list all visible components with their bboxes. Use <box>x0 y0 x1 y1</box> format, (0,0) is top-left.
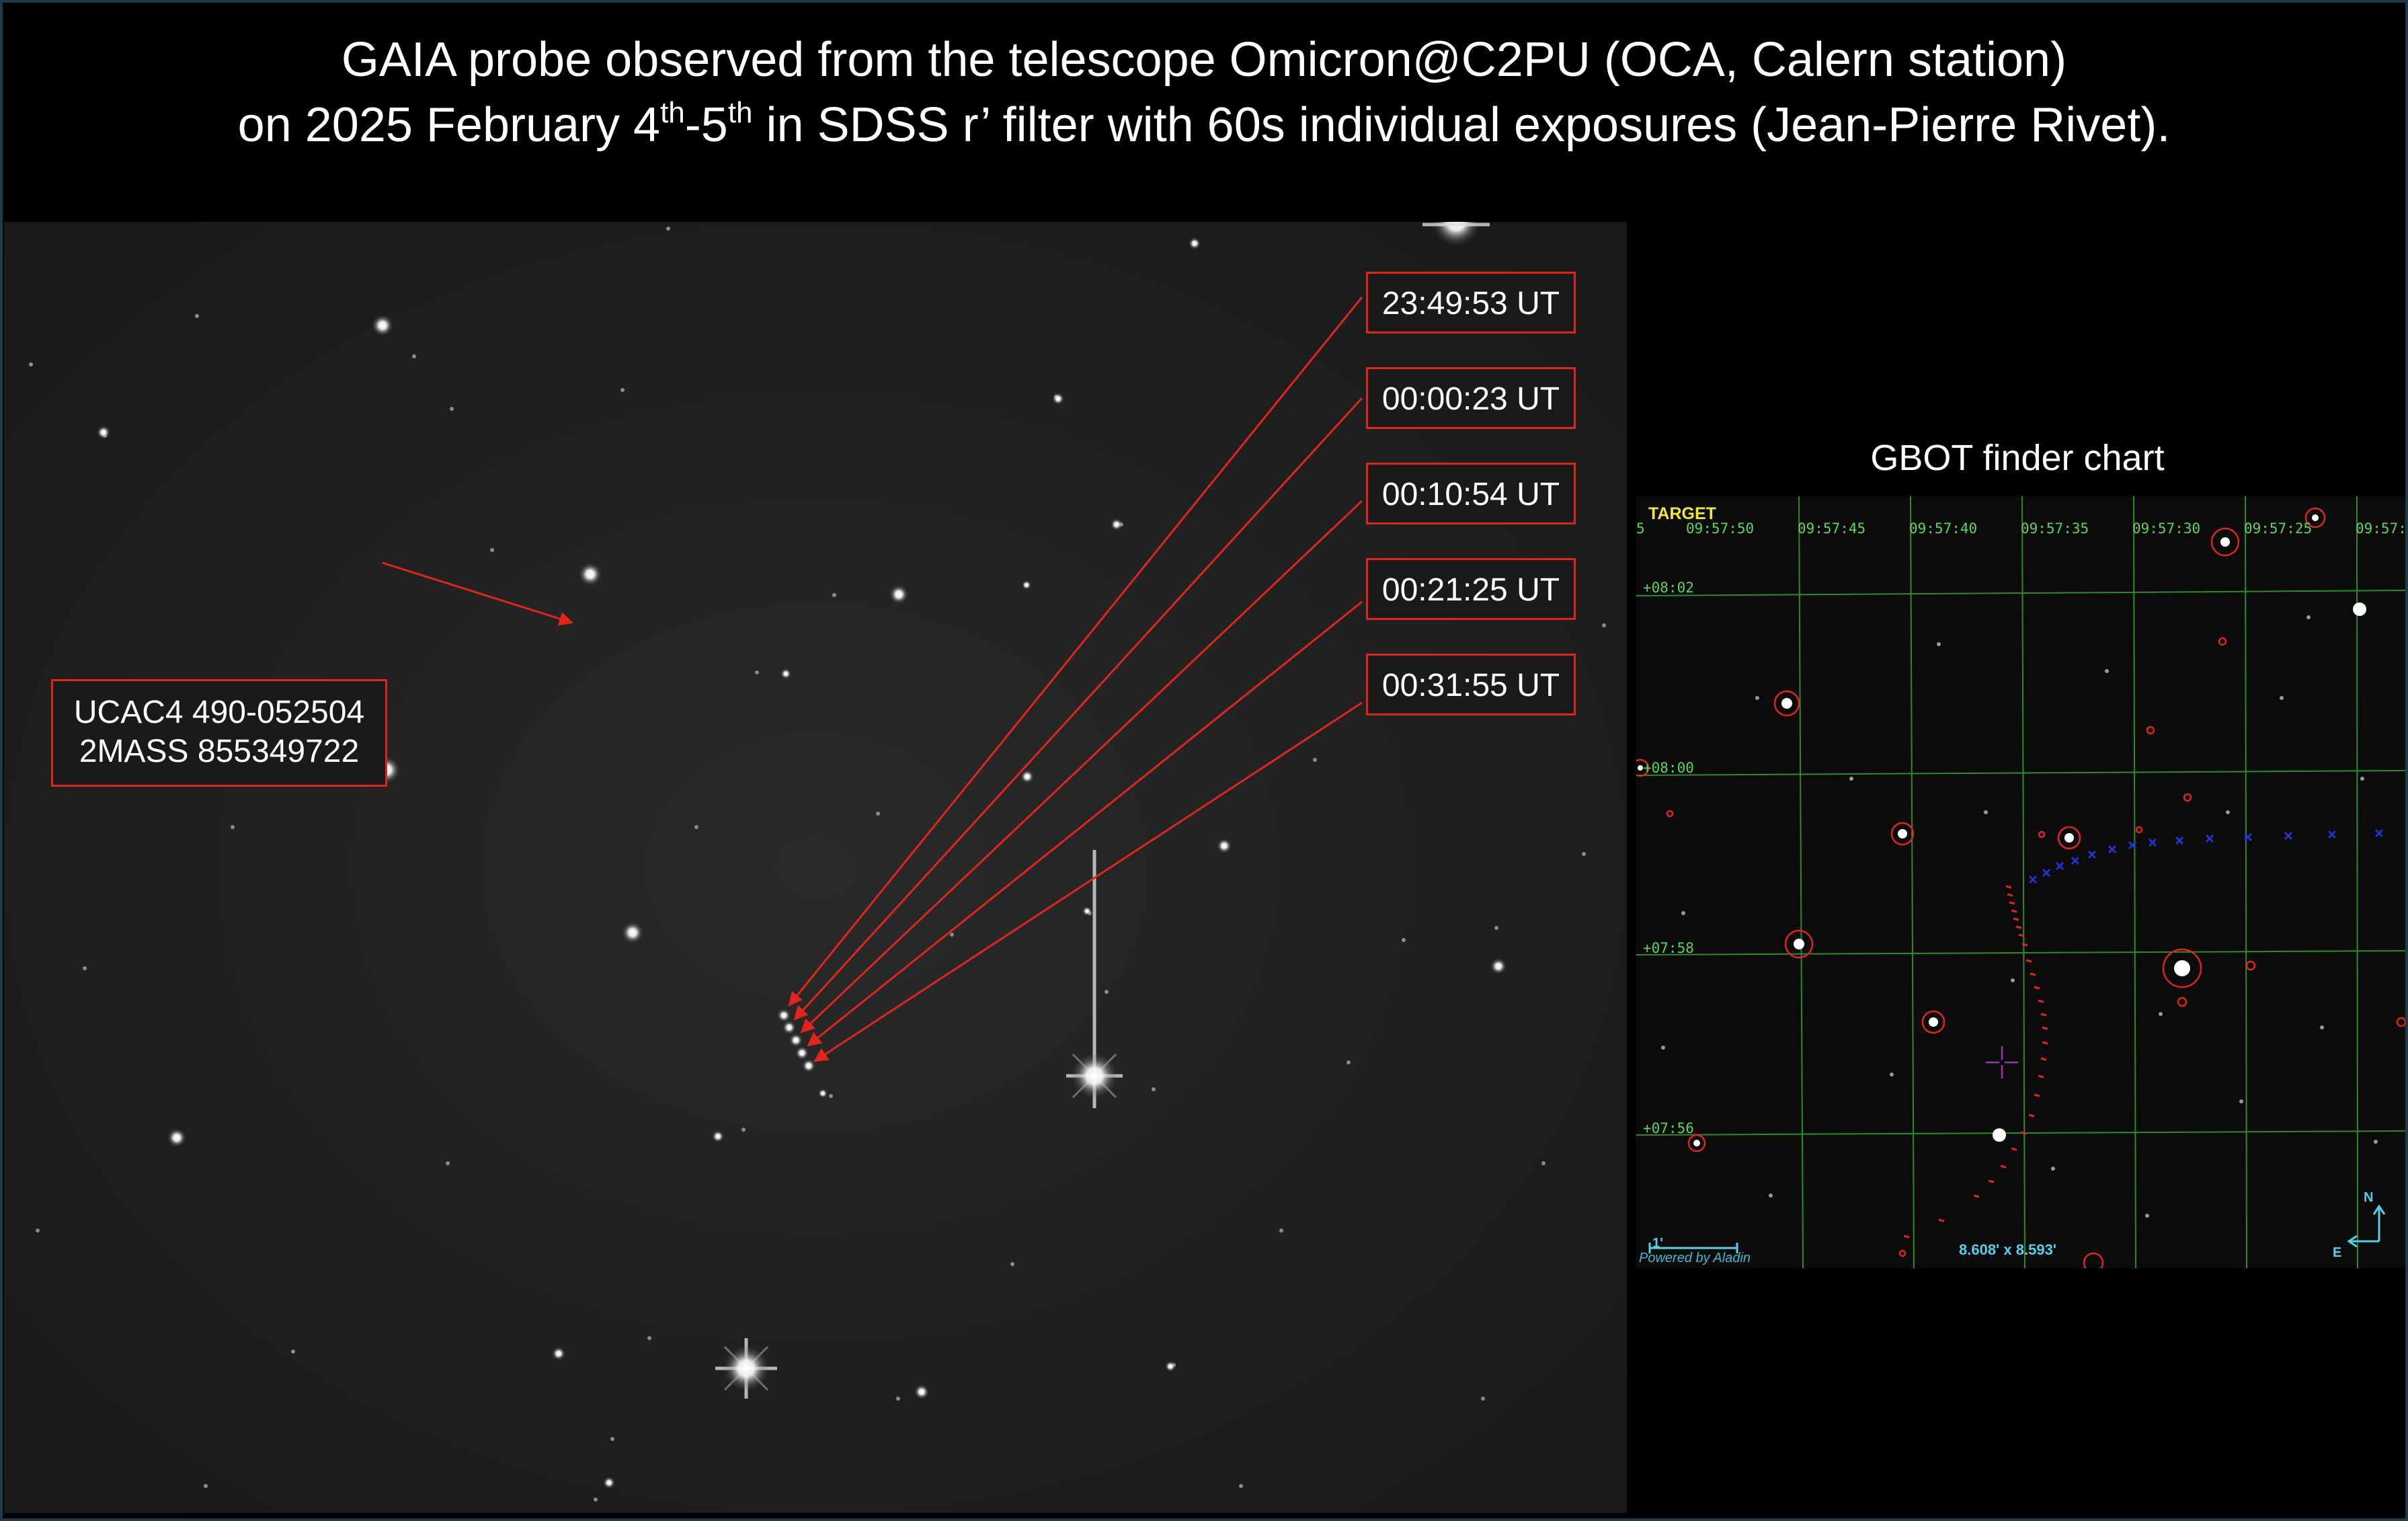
finder-catalog-circles <box>1636 507 2407 1268</box>
title-line-2-part-a: on 2025 February 4 <box>237 98 661 152</box>
ra-tick-2: 09:57:45 <box>1798 520 1866 537</box>
ra-tick-1: 09:57:50 <box>1686 520 1755 537</box>
superscript-th-1: th <box>660 96 685 129</box>
dec-tick-0: +08:02 <box>1643 580 1694 596</box>
ucac-arrow <box>382 561 574 626</box>
superscript-th-2: th <box>727 96 753 129</box>
finder-crosshair <box>1986 1046 2018 1079</box>
finder-chart: TARGET 5 09:57:50 09:57:45 09:57:40 09:5… <box>1636 496 2408 1268</box>
title-line-2: on 2025 February 4th-5th in SDSS r’ filt… <box>0 98 2408 153</box>
finder-scale-label: 1' <box>1652 1236 1663 1251</box>
finder-field-size: 8.608' x 8.593' <box>1959 1241 2057 1258</box>
timestamp-label-1: 23:49:53 UT <box>1366 272 1576 334</box>
finder-grid <box>1636 496 2408 1268</box>
timestamp-label-5: 00:31:55 UT <box>1366 654 1576 715</box>
bright-star-1 <box>1066 850 1123 1108</box>
finder-red-track <box>1903 885 2048 1239</box>
title-line-2-part-b: -5 <box>684 98 728 152</box>
bright-star-2 <box>715 1338 777 1399</box>
timestamp-label-4: 00:21:25 UT <box>1366 558 1576 620</box>
dec-tick-1: +08:00 <box>1643 760 1694 776</box>
title-line-2-part-c: in SDSS r’ filter with 60s individual ex… <box>752 98 2171 152</box>
telescope-image: UCAC4 490-052504 2MASS 855349722 23:49:5… <box>4 222 1627 1513</box>
title-line-1: GAIA probe observed from the telescope O… <box>341 33 2067 87</box>
compass-east-label: E <box>2333 1245 2342 1260</box>
medium-stars <box>97 237 1507 1489</box>
finder-compass <box>2347 1204 2386 1248</box>
ucac4-label-line1: UCAC4 490-052504 <box>73 695 365 730</box>
ra-tick-3: 09:57:40 <box>1909 520 1978 537</box>
bright-star-3 <box>1422 222 1490 246</box>
dec-tick-2: +07:58 <box>1643 940 1694 956</box>
ucac4-label-line2: 2MASS 855349722 <box>79 734 360 769</box>
finder-chart-canvas <box>1636 496 2408 1268</box>
ucac4-label: UCAC4 490-052504 2MASS 855349722 <box>51 679 387 787</box>
compass-north-label: N <box>2364 1190 2374 1205</box>
header-banner: GAIA probe observed from the telescope O… <box>0 0 2408 222</box>
ra-tick-6: 09:57:25 <box>2244 520 2313 537</box>
ra-tick-0: 5 <box>1636 520 1645 537</box>
ra-tick-7: 09:57:2 <box>2356 520 2408 537</box>
ra-tick-5: 09:57:30 <box>2132 520 2201 537</box>
finder-chart-title: GBOT finder chart <box>1870 438 2165 478</box>
timestamp-arrows <box>788 297 1363 1062</box>
finder-powered-by: Powered by Aladin <box>1639 1251 1751 1265</box>
timestamp-label-3: 00:10:54 UT <box>1366 463 1576 524</box>
ra-tick-4: 09:57:35 <box>2021 520 2089 537</box>
timestamp-label-2: 00:00:23 UT <box>1366 367 1576 429</box>
finder-faint-stars <box>1661 615 2378 1218</box>
dec-tick-3: +07:56 <box>1643 1120 1694 1136</box>
finder-blue-track <box>2028 828 2384 884</box>
